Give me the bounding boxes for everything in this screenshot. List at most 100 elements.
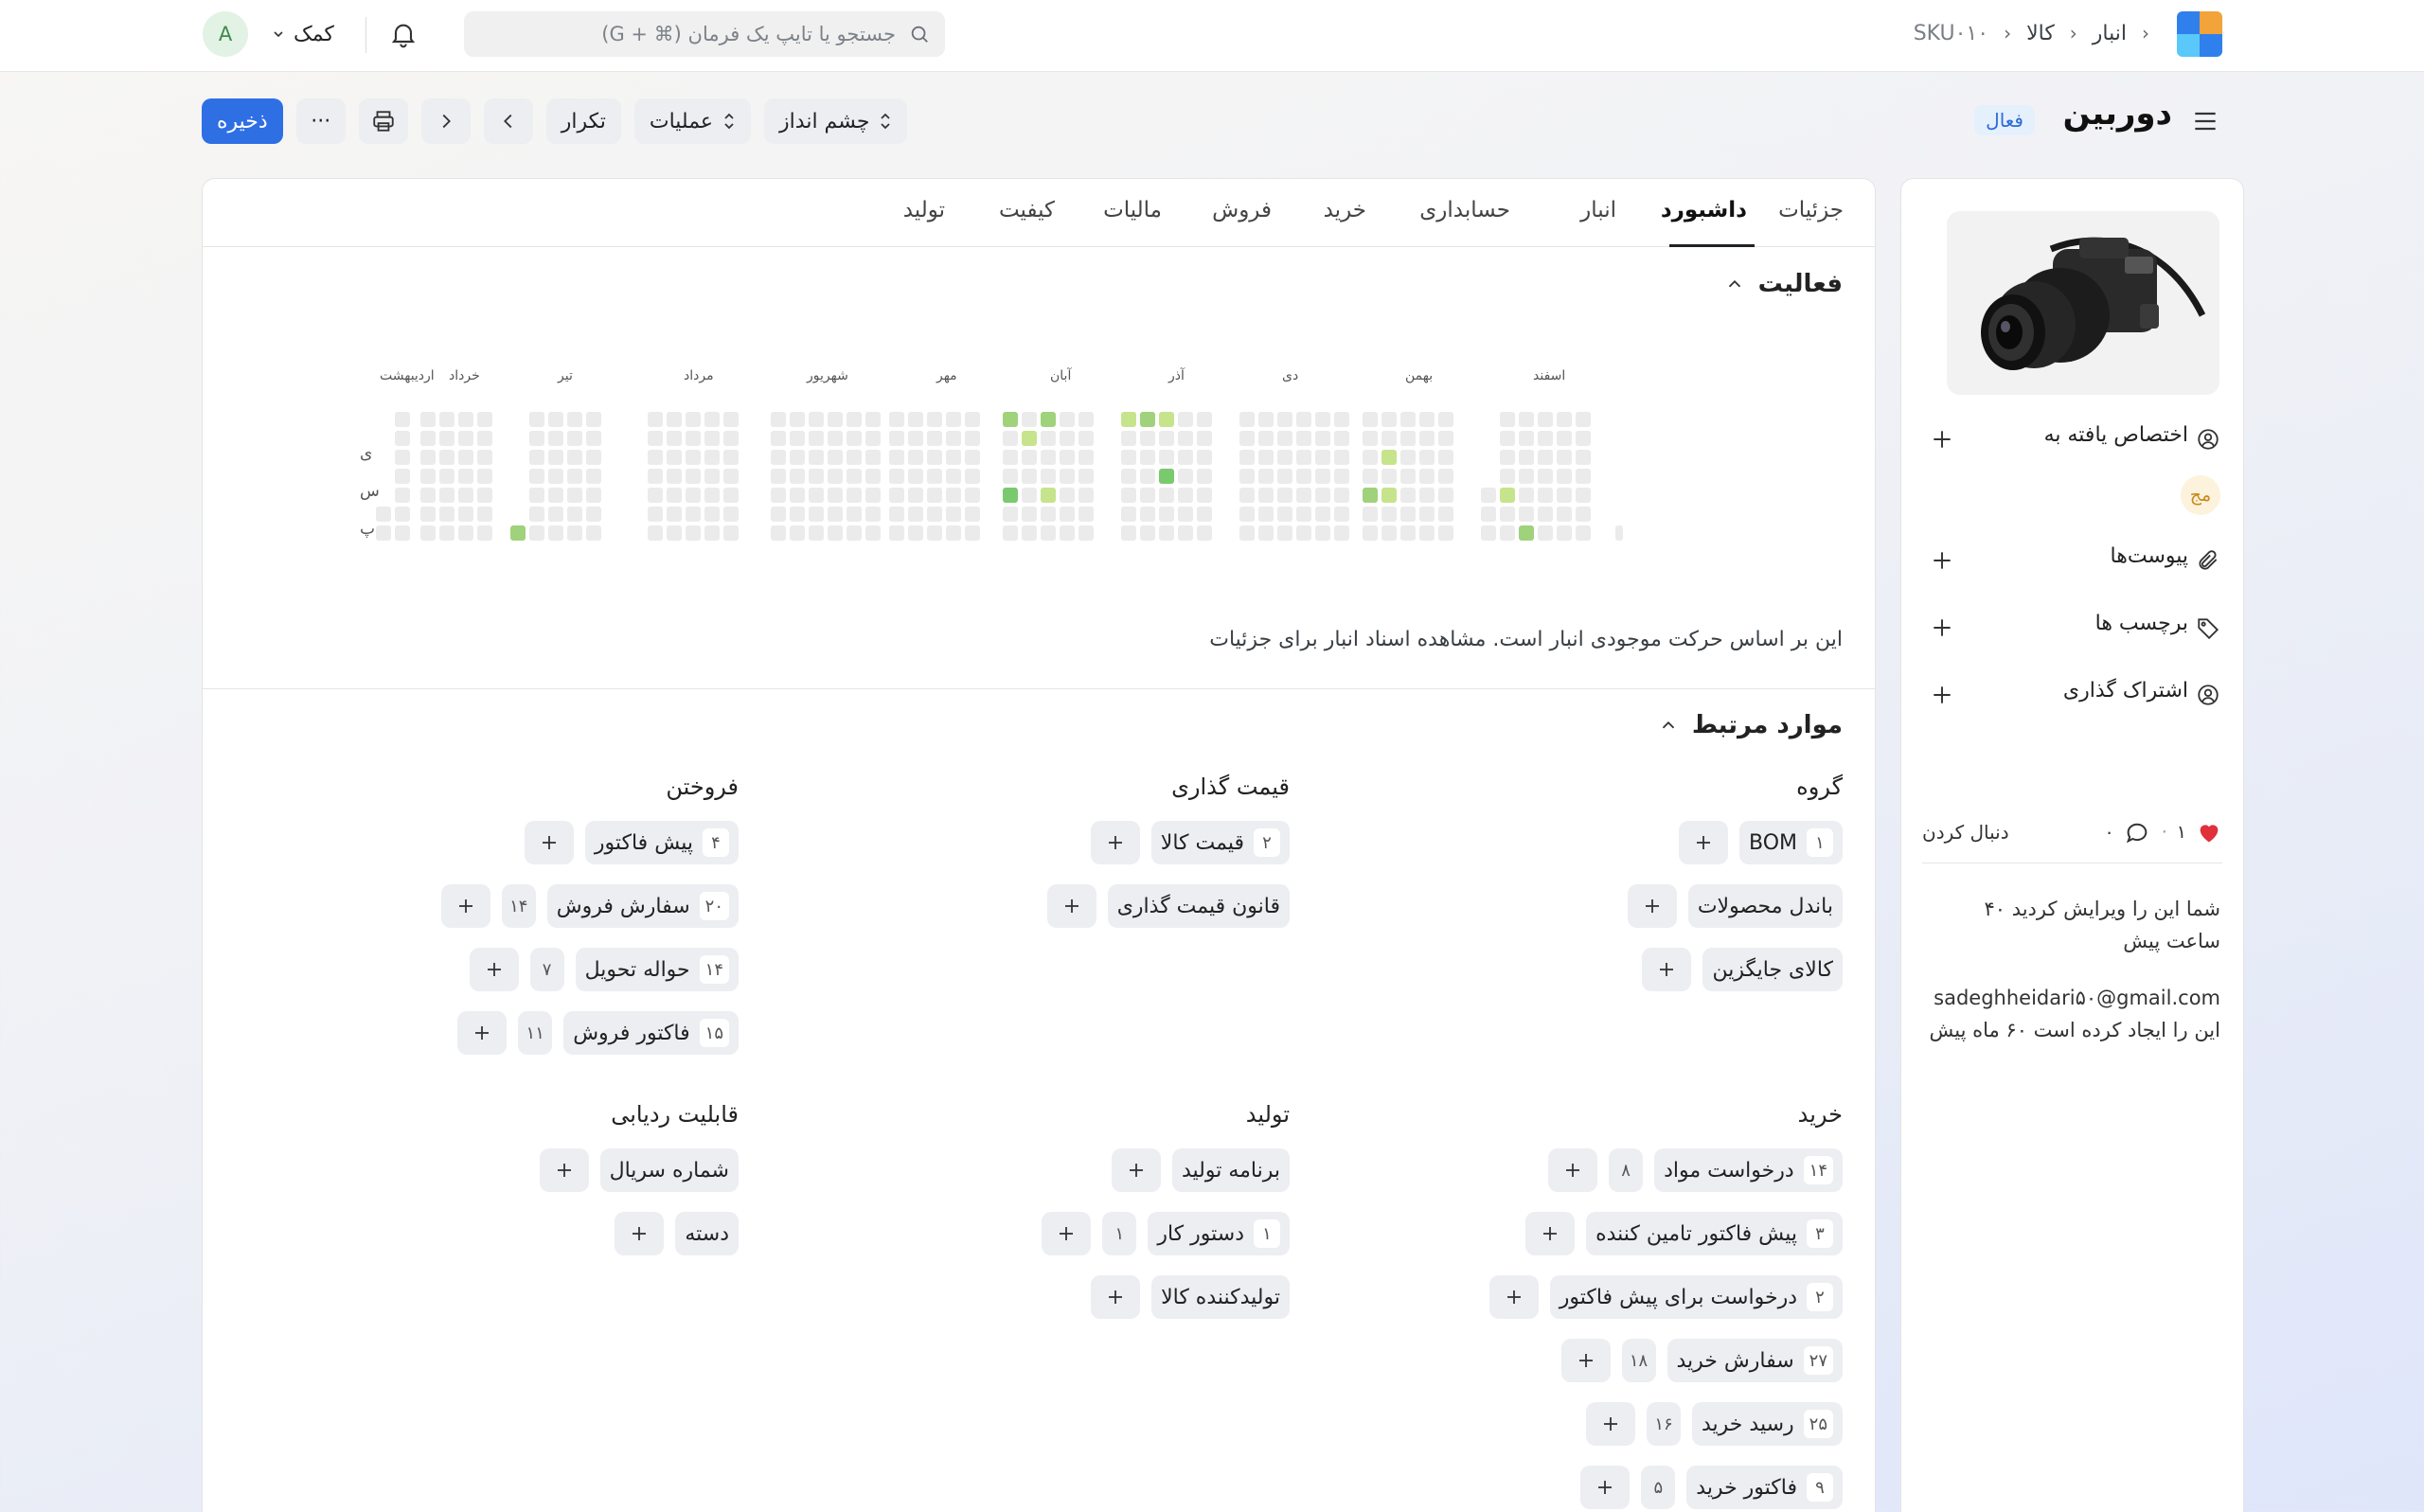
heatmap-cell[interactable] [1419, 507, 1435, 522]
previous-button[interactable] [483, 98, 533, 144]
related-item-link[interactable]: ۱ دستور کار [1148, 1212, 1290, 1255]
heatmap-cell[interactable] [1178, 412, 1193, 427]
heatmap-cell[interactable] [376, 525, 391, 541]
heatmap-cell[interactable] [477, 469, 492, 484]
add-related-button[interactable] [615, 1212, 665, 1255]
related-item-link[interactable]: ۹ فاکتور خرید [1686, 1466, 1843, 1509]
heatmap-cell[interactable] [439, 525, 454, 541]
heatmap-cell[interactable] [1121, 469, 1136, 484]
heatmap-cell[interactable] [1296, 431, 1311, 446]
heatmap-cell[interactable] [395, 469, 410, 484]
heatmap-cell[interactable] [1481, 507, 1496, 522]
search-input[interactable]: جستجو یا تایپ یک فرمان (⌘ + G) [464, 11, 945, 57]
heatmap-cell[interactable] [1315, 488, 1330, 503]
heatmap-cell[interactable] [439, 507, 454, 522]
heatmap-cell[interactable] [1140, 525, 1155, 541]
heatmap-cell[interactable] [1277, 412, 1292, 427]
heatmap-cell[interactable] [439, 450, 454, 465]
heatmap-cell[interactable] [648, 525, 663, 541]
heatmap-cell[interactable] [771, 488, 786, 503]
heatmap-cell[interactable] [809, 469, 824, 484]
heatmap-cell[interactable] [1178, 488, 1193, 503]
heatmap-cell[interactable] [908, 469, 923, 484]
heatmap-cell[interactable] [1500, 412, 1515, 427]
heatmap-cell[interactable] [1381, 412, 1397, 427]
heatmap-cell[interactable] [1121, 431, 1136, 446]
heatmap-cell[interactable] [1538, 431, 1553, 446]
heatmap-cell[interactable] [1334, 507, 1349, 522]
heatmap-cell[interactable] [1140, 469, 1155, 484]
heatmap-cell[interactable] [1277, 488, 1292, 503]
heatmap-cell[interactable] [865, 469, 881, 484]
related-item-link[interactable]: ۱ BOM [1738, 821, 1843, 864]
tab-dashboard[interactable]: داشبورد [1661, 198, 1747, 222]
heatmap-cell[interactable] [908, 431, 923, 446]
tab-sales[interactable]: فروش [1212, 198, 1272, 222]
heatmap-cell[interactable] [477, 450, 492, 465]
related-item-link[interactable]: ۲۰ سفارش فروش [546, 884, 739, 928]
heatmap-cell[interactable] [1140, 507, 1155, 522]
tab-manufacturing[interactable]: تولید [903, 198, 945, 222]
heatmap-cell[interactable] [1438, 450, 1453, 465]
heatmap-cell[interactable] [1140, 488, 1155, 503]
heatmap-cell[interactable] [1159, 412, 1174, 427]
heatmap-cell[interactable] [1041, 469, 1056, 484]
heatmap-cell[interactable] [1258, 412, 1274, 427]
heatmap-cell[interactable] [1296, 469, 1311, 484]
heatmap-cell[interactable] [1363, 450, 1378, 465]
heatmap-cell[interactable] [889, 469, 904, 484]
heatmap-cell[interactable] [548, 488, 563, 503]
heatmap-cell[interactable] [965, 525, 980, 541]
heatmap-cell[interactable] [1363, 507, 1378, 522]
heatmap-cell[interactable] [1315, 412, 1330, 427]
heatmap-cell[interactable] [1178, 507, 1193, 522]
heatmap-cell[interactable] [908, 525, 923, 541]
heatmap-cell[interactable] [828, 450, 843, 465]
add-related-button[interactable] [1642, 948, 1692, 991]
heatmap-cell[interactable] [889, 450, 904, 465]
heatmap-cell[interactable] [1022, 469, 1037, 484]
heatmap-cell[interactable] [1576, 507, 1591, 522]
heatmap-cell[interactable] [1500, 431, 1515, 446]
heatmap-cell[interactable] [809, 431, 824, 446]
tab-quality[interactable]: کیفیت [999, 198, 1055, 222]
heatmap-cell[interactable] [828, 412, 843, 427]
heatmap-cell[interactable] [1400, 431, 1416, 446]
open-count-badge[interactable]: ۸ [1609, 1148, 1644, 1192]
add-related-button[interactable] [1046, 884, 1096, 928]
heatmap-cell[interactable] [1003, 507, 1018, 522]
heatmap-cell[interactable] [1500, 469, 1515, 484]
heatmap-cell[interactable] [686, 525, 701, 541]
heatmap-cell[interactable] [1419, 525, 1435, 541]
heatmap-cell[interactable] [847, 525, 862, 541]
heatmap-cell[interactable] [1538, 488, 1553, 503]
heatmap-cell[interactable] [1258, 507, 1274, 522]
heatmap-cell[interactable] [567, 450, 582, 465]
add-related-button[interactable] [1525, 1212, 1576, 1255]
heatmap-cell[interactable] [946, 469, 961, 484]
heatmap-cell[interactable] [1003, 488, 1018, 503]
heatmap-cell[interactable] [1438, 525, 1453, 541]
heatmap-cell[interactable] [927, 469, 942, 484]
heatmap-cell[interactable] [889, 525, 904, 541]
heatmap-cell[interactable] [1121, 412, 1136, 427]
heatmap-cell[interactable] [1159, 507, 1174, 522]
heatmap-cell[interactable] [1500, 488, 1515, 503]
attachments-row[interactable]: پیوست‌ها [1901, 537, 2243, 580]
heatmap-cell[interactable] [1197, 525, 1212, 541]
tags-row[interactable]: برچسب ها [1901, 604, 2243, 648]
next-button[interactable] [420, 98, 471, 144]
heatmap-cell[interactable] [586, 507, 601, 522]
related-item-link[interactable]: شماره سریال [599, 1148, 739, 1192]
heatmap-cell[interactable] [1277, 525, 1292, 541]
related-item-link[interactable]: کالای جایگزین [1702, 948, 1843, 991]
heatmap-cell[interactable] [1277, 431, 1292, 446]
heatmap-cell[interactable] [1239, 488, 1255, 503]
heatmap-cell[interactable] [1363, 412, 1378, 427]
heatmap-cell[interactable] [1363, 525, 1378, 541]
heatmap-cell[interactable] [790, 431, 805, 446]
heatmap-cell[interactable] [1121, 488, 1136, 503]
heatmap-cell[interactable] [1078, 412, 1094, 427]
heatmap-cell[interactable] [1519, 431, 1534, 446]
heatmap-cell[interactable] [865, 488, 881, 503]
